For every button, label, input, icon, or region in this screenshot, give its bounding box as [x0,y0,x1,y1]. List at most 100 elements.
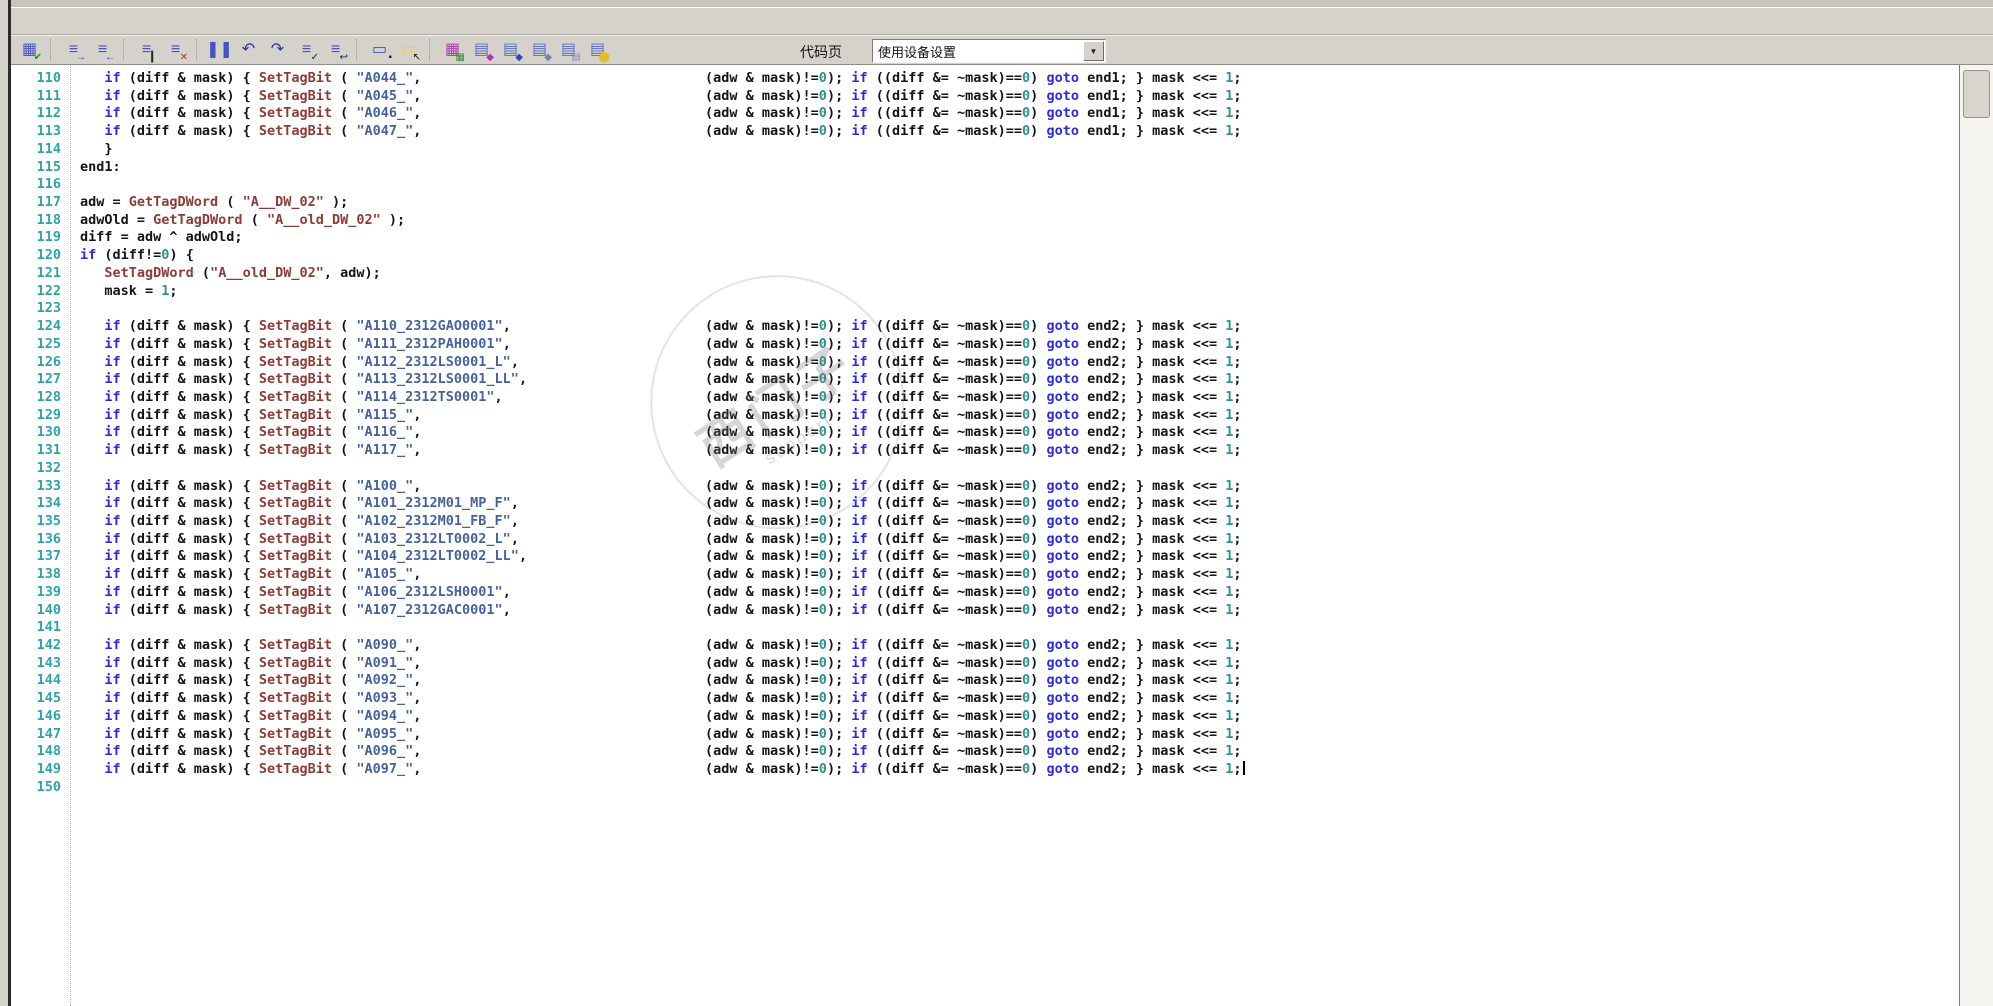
code-token: if [851,495,868,512]
code-right: (adw & mask)!=0); if ((diff &= ~mask)==0… [705,105,1242,122]
indent-icon[interactable]: ≡ → [61,39,86,63]
code-left: if (diff & mask) { SetTagBit ( "A096_", [80,743,421,760]
code-token: goto [1046,388,1079,405]
code-right: (adw & mask)!=0); if ((diff &= ~mask)==0… [705,761,1245,778]
code-token: (adw & mask)!= [705,353,819,370]
line-number: 148 [36,743,61,760]
code-token: goto [1046,105,1079,122]
doc-diamond-blue-icon[interactable]: ▤ ◆ [498,39,523,63]
code-token: SetTagBit [258,707,332,724]
return-lines-icon[interactable]: ≡ ↩ [323,39,348,63]
code-token: ((diff &= ~mask)== [867,70,1023,86]
doc-copy-icon[interactable]: ▤ ▤ [556,39,581,63]
code-token: (diff & mask) { [120,406,259,423]
code-token: end2; } mask <<= [1078,707,1226,724]
code-token: SetTagBit [258,123,332,140]
code-token: 0 [1022,513,1031,529]
dropdown-arrow-icon[interactable]: ▼ [1083,41,1104,61]
apply-check-icon[interactable]: ≡ ✓ [294,39,319,63]
code-token: ); [826,637,852,654]
code-token: (diff & mask) { [120,513,259,529]
code-token: ) [1030,672,1047,689]
code-token: (adw & mask)!= [705,690,819,707]
code-token: 0 [818,725,827,742]
code-token: if [851,424,868,441]
code-token: goto [1046,743,1079,760]
code-token: if [104,548,121,565]
code-token: (diff & mask) { [120,637,259,654]
line-number: 118 [36,211,61,228]
code-token: (diff & mask) { [120,371,259,388]
code-token: ); [826,566,852,583]
doc-diamond-purple-icon-overlay: ◆ [486,51,494,63]
line-number: 138 [36,566,61,583]
code-token: if [104,318,121,335]
code-token: SetTagBit [258,743,332,760]
line-number: 126 [36,353,61,370]
code-token: 0 [818,583,827,600]
compile-check-icon[interactable]: ▦ ✔ [17,39,42,63]
code-token: ((diff &= ~mask)== [867,353,1023,370]
code-right: (adw & mask)!=0); if ((diff &= ~mask)==0… [705,726,1242,743]
code-token: ); [826,353,852,370]
code-token: , [502,583,511,600]
code-token: ( [331,388,357,405]
code-token: SetTagBit [258,637,332,654]
code-token: ((diff &= ~mask)== [867,672,1023,689]
code-left: mask = 1; [80,283,177,300]
code-token: ) [1030,707,1047,724]
doc-diamond-purple-icon[interactable]: ▤ ◆ [469,39,494,63]
code-token: ) [1030,743,1047,760]
code-token: ; [1233,743,1242,760]
code-token: ( [242,211,267,228]
code-token: , [413,123,422,140]
code-left: if (diff & mask) { SetTagBit ( "A114_231… [80,388,503,406]
code-token: ; [1233,530,1242,547]
code-left: if (diff & mask) { SetTagBit ( "A095_", [80,726,421,743]
split-columns-icon[interactable]: ❚❚ [206,39,233,62]
undo-icon[interactable]: ↶ [236,39,261,62]
scrollbar-thumb[interactable] [1963,70,1990,118]
code-token: , [413,442,422,459]
code-token: , [494,388,503,405]
code-token: end1; } mask <<= [1078,123,1226,140]
code-token: (adw & mask)!= [705,424,819,441]
code-token: 0 [1022,637,1031,654]
code-token: end2; } mask <<= [1078,566,1226,583]
code-left: adw = GetTagDWord ( "A__DW_02" ); [80,194,348,211]
code-token: SetTagBit [258,548,332,565]
outdent-icon[interactable]: ≡ ← [90,39,115,63]
line-number: 112 [36,105,61,122]
code-editor[interactable]: 110 if (diff & mask) { SetTagBit ( "A044… [11,65,1959,1006]
code-token: if [104,743,121,760]
doc-database-icon[interactable]: ▤ ⬤ [585,39,610,63]
clear-bookmarks-icon[interactable]: ≡ ✕ [163,39,188,63]
code-token: 0 [1022,318,1031,335]
codepage-select[interactable]: 使用设备设置 ▼ [872,39,1106,63]
device-icon[interactable]: ▭ ▪ [367,39,392,63]
code-token: if [851,707,868,724]
code-token: "A090_" [356,637,414,654]
code-token: } [80,140,113,157]
code-token: ( [331,87,357,104]
line-number: 114 [36,140,61,157]
code-token: 0 [818,442,827,459]
doc-diamond-steel-icon[interactable]: ▤ ◆ [527,39,552,63]
code-token: 0 [1022,123,1031,140]
code-token: , [413,637,422,654]
code-left: if (diff & mask) { SetTagBit ( "A102_231… [80,513,519,530]
toggle-bookmark-icon[interactable]: ≡ ▎ [134,39,159,63]
code-right: (adw & mask)!=0); if ((diff &= ~mask)==0… [705,478,1242,495]
vertical-scrollbar[interactable] [1959,65,1993,1006]
code-token: adw = [80,194,129,211]
color-grid-icon[interactable]: ▦ ▦ [440,39,465,63]
code-token: ); [826,105,852,122]
code-token: ) [1030,442,1047,459]
cursor-note-icon[interactable]: ▭ ↖ [396,39,421,63]
line-number: 124 [36,318,61,335]
code-token: if [104,424,121,441]
code-token: (adw & mask)!= [705,583,819,600]
redo-icon[interactable]: ↷ [265,39,290,62]
